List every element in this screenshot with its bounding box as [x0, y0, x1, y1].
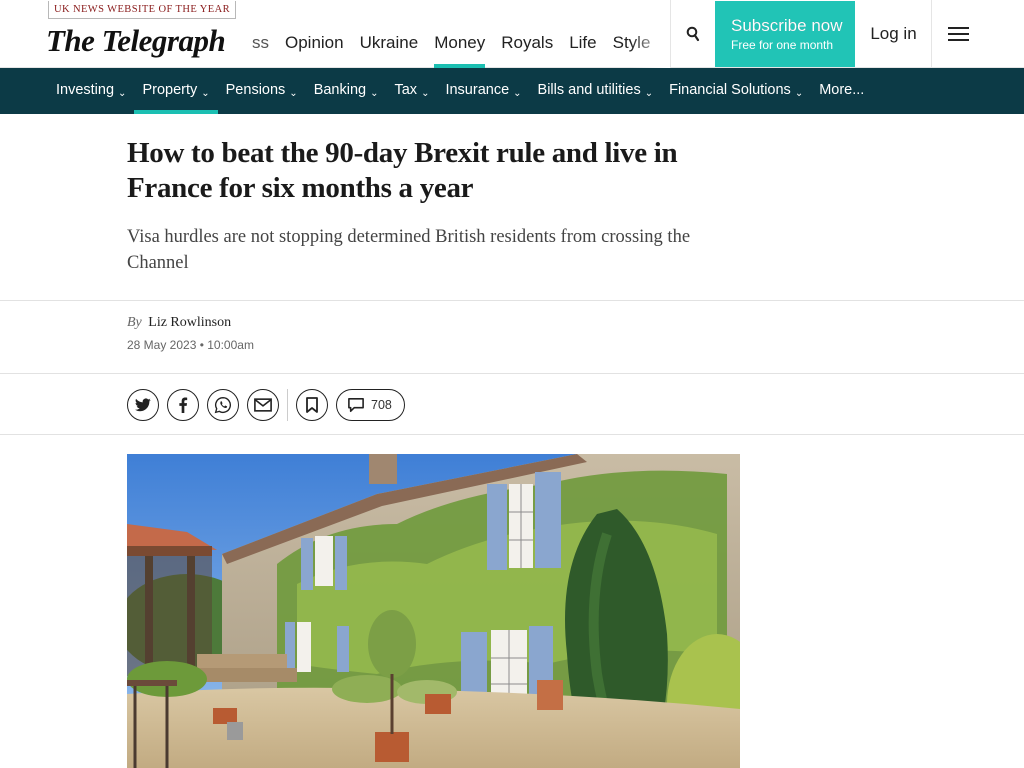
section-nav-label: Financial Solutions [669, 82, 791, 98]
section-nav-tax[interactable]: Tax ⌄ [386, 68, 437, 114]
email-icon [254, 398, 272, 412]
chevron-down-icon: ⌄ [421, 88, 430, 99]
section-nav-pensions[interactable]: Pensions ⌄ [218, 68, 306, 114]
section-nav-property[interactable]: Property ⌄ [134, 68, 218, 114]
hero-image-farmhouse [127, 454, 740, 768]
bookmark-icon [306, 397, 318, 413]
share-whatsapp-button[interactable] [207, 389, 239, 421]
top-nav-item[interactable]: ss [244, 0, 277, 68]
divider [0, 434, 1024, 435]
subscribe-offer: Free for one month [731, 38, 834, 52]
top-nav-item-life[interactable]: Life [561, 0, 604, 68]
section-nav-label: Insurance [445, 82, 510, 98]
section-nav-investing[interactable]: Investing ⌄ [48, 68, 134, 114]
menu-button[interactable] [931, 0, 1024, 68]
share-facebook-button[interactable] [167, 389, 199, 421]
section-nav-label: Investing [56, 82, 115, 98]
whatsapp-icon [214, 396, 231, 414]
section-nav-financial-solutions[interactable]: Financial Solutions ⌄ [661, 68, 811, 114]
share-bar: 708 [127, 389, 405, 421]
bookmark-button[interactable] [296, 389, 328, 421]
subscribe-label: Subscribe now [731, 16, 843, 35]
chevron-down-icon: ⌄ [370, 88, 379, 99]
section-nav-more[interactable]: More... [811, 68, 872, 114]
section-nav-label: Bills and utilities [537, 82, 641, 98]
nav-fade [630, 0, 670, 68]
top-nav: ss Opinion Ukraine Money Royals Life Sty… [244, 0, 670, 68]
award-badge: UK NEWS WEBSITE OF THE YEAR [48, 1, 236, 19]
top-nav-item-ukraine[interactable]: Ukraine [352, 0, 427, 68]
section-nav-label: Banking [313, 82, 367, 98]
publish-date: 28 May 2023 • 10:00am [127, 338, 254, 352]
chevron-down-icon: ⌄ [289, 88, 298, 99]
section-nav-label: Tax [394, 82, 418, 98]
chevron-down-icon: ⌄ [644, 88, 654, 99]
telegraph-logo[interactable]: The Telegraph [46, 23, 230, 59]
subscribe-button[interactable]: Subscribe now Free for one month [715, 1, 855, 67]
comments-button[interactable]: 708 [336, 389, 405, 421]
hamburger-menu-icon [948, 23, 969, 45]
byline-prefix: By [127, 315, 142, 330]
section-nav-insurance[interactable]: Insurance ⌄ [437, 68, 529, 114]
money-section-nav: Investing ⌄ Property ⌄ Pensions ⌄ Banking ⌄ … [0, 68, 1024, 114]
comment-count: 708 [371, 398, 392, 412]
share-divider [287, 389, 288, 421]
top-nav-item-opinion[interactable]: Opinion [277, 0, 352, 68]
chevron-down-icon: ⌄ [201, 88, 210, 99]
twitter-icon [135, 398, 151, 412]
divider [0, 373, 1024, 374]
share-email-button[interactable] [247, 389, 279, 421]
section-nav-label: Property [142, 82, 198, 98]
top-nav-item-royals[interactable]: Royals [493, 0, 561, 68]
section-nav-bills[interactable]: Bills and utilities ⌄ [530, 68, 662, 114]
section-nav-label: More... [819, 82, 865, 98]
chevron-down-icon: ⌄ [513, 88, 522, 99]
site-header: UK NEWS WEBSITE OF THE YEAR The Telegrap… [0, 0, 1024, 68]
byline: By Liz Rowlinson [127, 315, 231, 331]
share-twitter-button[interactable] [127, 389, 159, 421]
author-link[interactable]: Liz Rowlinson [148, 315, 231, 330]
section-nav-label: Pensions [225, 82, 286, 98]
chevron-down-icon: ⌄ [794, 88, 804, 99]
top-nav-item-money[interactable]: Money [426, 0, 493, 68]
chevron-down-icon: ⌄ [118, 88, 127, 99]
article-headline: How to beat the 90-day Brexit rule and l… [127, 137, 678, 204]
comment-icon [348, 397, 364, 413]
divider [0, 300, 1024, 301]
search-button[interactable] [670, 0, 715, 68]
article-standfirst: Visa hurdles are not stopping determined… [127, 227, 691, 273]
section-nav-banking[interactable]: Banking ⌄ [306, 68, 387, 114]
search-icon [686, 26, 700, 42]
facebook-icon [179, 397, 188, 413]
login-link[interactable]: Log in [855, 0, 932, 68]
